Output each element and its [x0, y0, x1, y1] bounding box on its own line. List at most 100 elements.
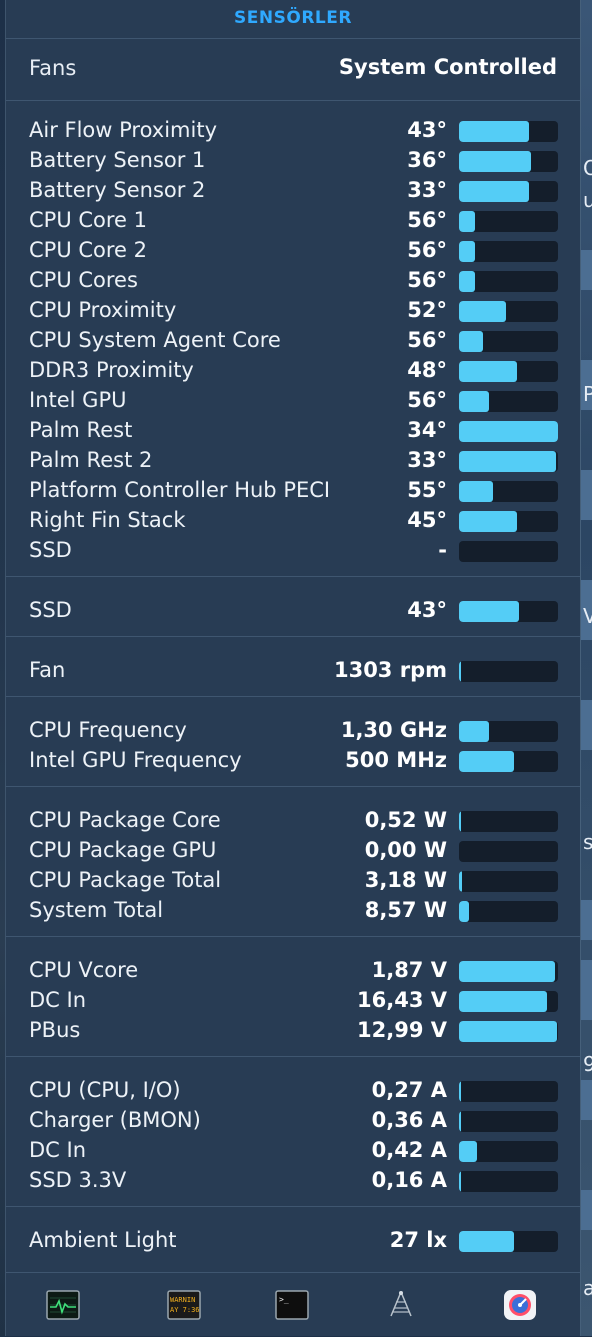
sensor-name: CPU Core 2: [29, 238, 148, 262]
sensor-level-bar: [459, 181, 558, 202]
sensor-row[interactable]: Fan 1303 rpm: [6, 656, 580, 686]
sensor-level-fill: [459, 601, 519, 622]
sensor-level-bar: [459, 901, 558, 922]
section-divider: [6, 100, 580, 101]
sensor-level-bar: [459, 541, 558, 562]
sensor-row[interactable]: CPU (CPU, I/O) 0,27 A: [6, 1076, 580, 1106]
sensor-level-fill: [459, 151, 531, 172]
sensor-row[interactable]: Intel GPU 56°: [6, 386, 580, 416]
sensor-name: SSD: [29, 598, 72, 622]
sensor-row[interactable]: CPU Vcore 1,87 V: [6, 956, 580, 986]
sensor-name: SSD 3.3V: [29, 1168, 127, 1192]
sensor-value: 55°: [407, 478, 447, 502]
section-divider: [6, 786, 580, 787]
sensor-level-fill: [459, 301, 506, 322]
sensor-name: System Total: [29, 898, 164, 922]
sensor-level-fill: [459, 1231, 514, 1252]
sensor-row[interactable]: CPU Proximity 52°: [6, 296, 580, 326]
sensor-level-bar: [459, 361, 558, 382]
sensor-row[interactable]: Air Flow Proximity 43°: [6, 116, 580, 146]
sensor-level-fill: [459, 241, 475, 262]
sensor-row[interactable]: PBus 12,99 V: [6, 1016, 580, 1046]
sensor-row[interactable]: CPU Frequency 1,30 GHz: [6, 716, 580, 746]
fans-mode-value[interactable]: System Controlled: [339, 55, 557, 79]
sensor-level-fill: [459, 481, 493, 502]
sensor-level-fill: [459, 361, 517, 382]
sensor-row[interactable]: Platform Controller Hub PECI 55°: [6, 476, 580, 506]
sensor-row[interactable]: CPU Package Total 3,18 W: [6, 866, 580, 896]
sensor-level-bar: [459, 661, 558, 682]
sensor-name: DC In: [29, 1138, 87, 1162]
sensor-value: 36°: [407, 148, 447, 172]
sensor-level-fill: [459, 331, 483, 352]
sensor-name: CPU (CPU, I/O): [29, 1078, 181, 1102]
sensor-level-bar: [459, 841, 558, 862]
sensor-name: PBus: [29, 1018, 81, 1042]
sensor-name: DC In: [29, 988, 87, 1012]
sensor-row[interactable]: Ambient Light 27 lx: [6, 1226, 580, 1256]
sensor-name: Charger (BMON): [29, 1108, 201, 1132]
sensor-row[interactable]: DDR3 Proximity 48°: [6, 356, 580, 386]
sensor-level-bar: [459, 991, 558, 1012]
sensor-value: 33°: [407, 448, 447, 472]
network-utility-icon[interactable]: [384, 1290, 418, 1320]
sensor-row[interactable]: Palm Rest 2 33°: [6, 446, 580, 476]
sensor-value: 0,16 A: [371, 1168, 447, 1192]
sensor-name: CPU Core 1: [29, 208, 148, 232]
sensor-value: 16,43 V: [357, 988, 447, 1012]
sensor-row[interactable]: DC In 0,42 A: [6, 1136, 580, 1166]
sensor-value: 56°: [407, 388, 447, 412]
sensor-level-bar: [459, 1111, 558, 1132]
sensor-name: CPU Package Core: [29, 808, 221, 832]
sensor-level-fill: [459, 211, 475, 232]
sensor-value: 500 MHz: [345, 748, 447, 772]
sensor-level-bar: [459, 1081, 558, 1102]
background-window-edge: O u P V s 9 a: [581, 0, 592, 1336]
sensor-level-bar: [459, 1171, 558, 1192]
sensor-name: Battery Sensor 1: [29, 148, 206, 172]
sensor-row[interactable]: DC In 16,43 V: [6, 986, 580, 1016]
sensor-row[interactable]: CPU Core 1 56°: [6, 206, 580, 236]
sensor-level-bar: [459, 511, 558, 532]
sensor-level-bar: [459, 481, 558, 502]
sensor-value: 33°: [407, 178, 447, 202]
sensor-row[interactable]: Charger (BMON) 0,36 A: [6, 1106, 580, 1136]
activity-monitor-icon[interactable]: [46, 1290, 80, 1320]
sensor-level-fill: [459, 1141, 477, 1162]
sensor-name: CPU Cores: [29, 268, 138, 292]
sensor-value: 43°: [407, 598, 447, 622]
sensor-row[interactable]: CPU Core 2 56°: [6, 236, 580, 266]
sensor-row[interactable]: Battery Sensor 2 33°: [6, 176, 580, 206]
sensor-value: 48°: [407, 358, 447, 382]
sensor-name: Intel GPU: [29, 388, 127, 412]
sensor-name: CPU Package Total: [29, 868, 222, 892]
sensor-row[interactable]: CPU System Agent Core 56°: [6, 326, 580, 356]
sensor-name: Battery Sensor 2: [29, 178, 206, 202]
sensor-level-bar: [459, 811, 558, 832]
sensor-row[interactable]: SSD 3.3V 0,16 A: [6, 1166, 580, 1196]
section-divider: [6, 1206, 580, 1207]
sensor-value: 45°: [407, 508, 447, 532]
sensor-level-fill: [459, 901, 469, 922]
terminal-icon[interactable]: >_: [275, 1290, 309, 1320]
fans-mode-row[interactable]: Fans System Controlled: [6, 40, 580, 100]
istat-menus-icon[interactable]: [503, 1290, 537, 1320]
console-icon[interactable]: WARNIN AY 7:36: [167, 1290, 201, 1320]
sensor-row[interactable]: CPU Cores 56°: [6, 266, 580, 296]
sensor-row[interactable]: Battery Sensor 1 36°: [6, 146, 580, 176]
sensor-row[interactable]: CPU Package GPU 0,00 W: [6, 836, 580, 866]
sensor-name: Palm Rest: [29, 418, 133, 442]
sensor-row[interactable]: System Total 8,57 W: [6, 896, 580, 926]
sensor-row[interactable]: SSD 43°: [6, 596, 580, 626]
sensor-row[interactable]: CPU Package Core 0,52 W: [6, 806, 580, 836]
sensor-row[interactable]: Intel GPU Frequency 500 MHz: [6, 746, 580, 776]
sensor-row[interactable]: Right Fin Stack 45°: [6, 506, 580, 536]
sensor-row[interactable]: Palm Rest 34°: [6, 416, 580, 446]
sensor-level-fill: [459, 961, 555, 982]
sensor-row[interactable]: SSD -: [6, 536, 580, 566]
section-divider: [6, 936, 580, 937]
sensor-level-fill: [459, 1171, 461, 1192]
sensor-name: CPU Proximity: [29, 298, 177, 322]
sensor-level-fill: [459, 391, 489, 412]
sensor-value: 43°: [407, 118, 447, 142]
